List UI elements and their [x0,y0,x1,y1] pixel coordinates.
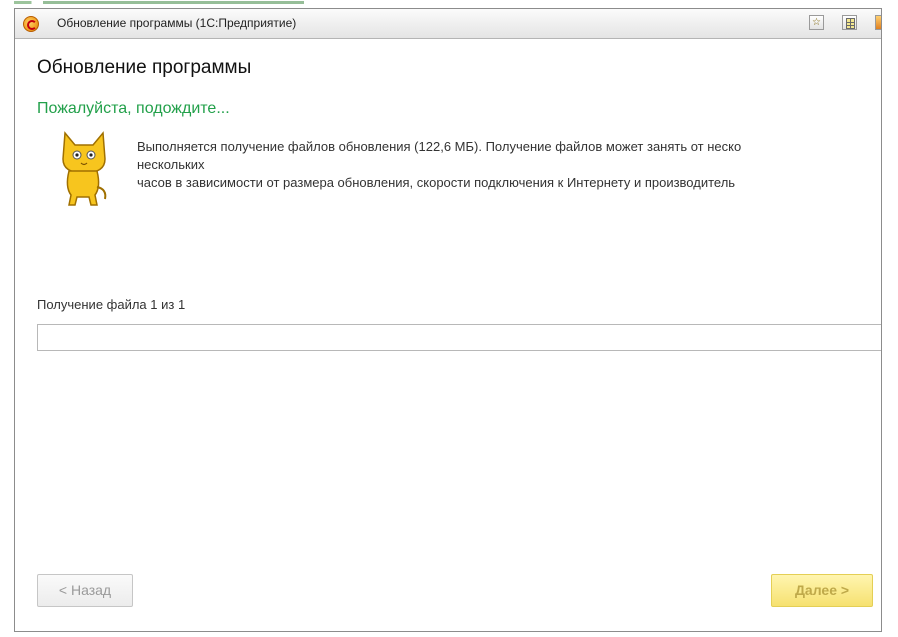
message-line: Выполняется получение файлов обновления … [137,139,742,154]
cat-mascot-icon [62,131,107,206]
table-icon[interactable] [842,15,857,30]
1c-logo-icon [23,16,39,32]
calculator-icon[interactable] [875,15,881,30]
star-icon[interactable]: ☆ [809,15,824,30]
please-wait-text: Пожалуйста, подождите... [37,100,230,117]
progress-label: Получение файла 1 из 1 [37,297,186,312]
title-bar: Обновление программы (1С:Предприятие) ☆ [15,9,881,39]
update-message: Выполняется получение файлов обновления … [137,138,741,192]
message-line: нескольких [137,157,205,172]
window-title: Обновление программы (1С:Предприятие) [57,16,297,30]
download-progress-bar [37,324,881,351]
background-window-fragment [14,0,304,8]
update-dialog-window: Обновление программы (1С:Предприятие) ☆ … [14,8,882,632]
message-line: часов в зависимости от размера обновлени… [137,175,736,190]
back-button[interactable]: < Назад [37,574,133,607]
page-title: Обновление программы [37,57,252,78]
next-button[interactable]: Далее > [771,574,873,607]
